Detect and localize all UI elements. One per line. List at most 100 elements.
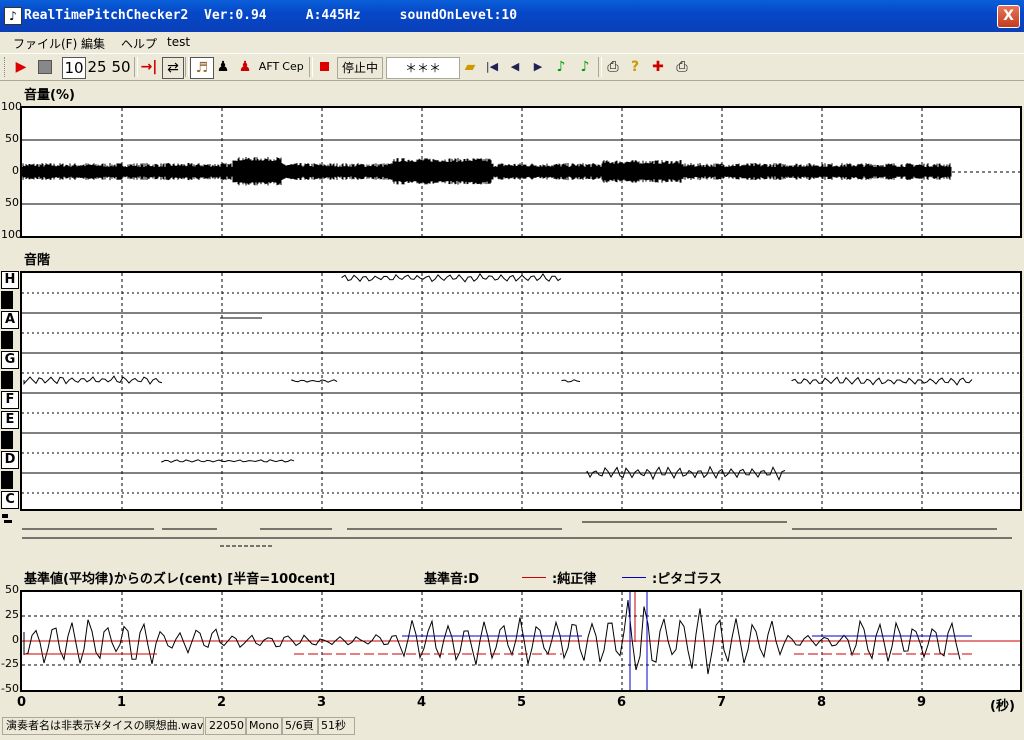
- note-key-g: G: [1, 351, 19, 369]
- print-alt-icon[interactable]: ⎙: [673, 57, 691, 77]
- app-icon[interactable]: ♪: [4, 7, 22, 25]
- black-key: [1, 291, 13, 309]
- menu-help[interactable]: ヘルプ: [121, 35, 157, 52]
- status-duration: 51秒: [317, 717, 355, 735]
- x-tick-label: 1: [117, 695, 127, 710]
- volume-y-tick: 50: [5, 132, 19, 145]
- toolbar: ▶ 10 25 50 →| ⇄ ♬ ♟ ♟ AFT Cep 停止中 ＊＊＊ ▰ …: [0, 53, 1024, 81]
- print-icon[interactable]: ⎙: [604, 57, 622, 77]
- crosshair-icon[interactable]: ✚: [650, 57, 666, 77]
- dev-y-tick: 0: [12, 633, 19, 646]
- violin-icon[interactable]: ♬: [190, 57, 214, 79]
- deviation-trace: [22, 592, 1020, 690]
- help-icon[interactable]: ?: [626, 57, 644, 77]
- pitch-segment-g: [791, 376, 973, 386]
- note-key-e: E: [1, 411, 19, 429]
- legend-just-label: :純正律: [552, 572, 597, 587]
- dev-y-tick: 50: [5, 583, 19, 596]
- note-green-alt-icon[interactable]: ♪: [577, 57, 593, 77]
- volume-title: 音量(%): [24, 88, 75, 103]
- note-key-d: D: [1, 451, 19, 469]
- pitch-segment-g: [23, 375, 163, 385]
- legend-pyth-label: :ピタゴラス: [652, 572, 722, 587]
- status-channels: Mono: [245, 717, 283, 735]
- toolbar-grip[interactable]: [4, 57, 9, 77]
- prev-page-icon[interactable]: ◀: [507, 57, 523, 77]
- black-key: [1, 431, 13, 449]
- volume-y-tick: 0: [12, 164, 19, 177]
- pitch-segment-g: [291, 379, 338, 383]
- roll-marker: [2, 514, 8, 518]
- volume-y-tick: 50: [5, 196, 19, 209]
- status-label: 停止中: [337, 57, 383, 79]
- black-key: [1, 371, 13, 389]
- roll-marker: [4, 520, 12, 523]
- base-note-label: 基準音:D: [424, 572, 479, 587]
- close-button[interactable]: X: [997, 5, 1020, 28]
- volume-y-tick: 100: [1, 100, 22, 113]
- x-tick-label: 9: [917, 695, 927, 710]
- speed-10-button[interactable]: 10: [62, 57, 86, 79]
- person-red-icon[interactable]: ♟: [236, 57, 254, 77]
- status-file: 演奏者名は非表示¥タイスの瞑想曲.wav: [2, 717, 204, 735]
- pitch-segment-h: [341, 273, 562, 283]
- scale-chart[interactable]: [20, 271, 1022, 511]
- x-unit-label: (秒): [990, 699, 1015, 714]
- menu-edit[interactable]: 編集: [81, 35, 105, 52]
- legend-pyth-swatch: [622, 577, 646, 578]
- legend-just-swatch: [522, 577, 546, 578]
- x-tick-label: 0: [17, 695, 27, 710]
- status-rate: 22050: [205, 717, 247, 735]
- note-key-f: F: [1, 391, 19, 409]
- aft-button[interactable]: AFT: [258, 57, 280, 77]
- menu-test[interactable]: test: [167, 35, 190, 49]
- dev-y-tick: -25: [1, 657, 19, 670]
- record-stop-icon[interactable]: [316, 57, 332, 77]
- volume-y-tick: 100: [1, 228, 22, 241]
- next-page-icon[interactable]: ▶: [530, 57, 546, 77]
- volume-waveform: [22, 108, 1020, 236]
- black-key: [1, 331, 13, 349]
- loop-icon[interactable]: ⇄: [162, 57, 184, 79]
- black-key: [1, 471, 13, 489]
- person-icon[interactable]: ♟: [214, 57, 232, 77]
- window-title: RealTimePitchChecker2 Ver:0.94 A:445Hz s…: [24, 8, 518, 23]
- deviation-trace-path: [23, 599, 961, 675]
- status-page: 5/6頁: [281, 717, 319, 735]
- toolbar-separator: [134, 57, 138, 77]
- pitch-trace: [22, 273, 1020, 509]
- x-tick-label: 5: [517, 695, 527, 710]
- speed-25-button[interactable]: 25: [86, 57, 108, 77]
- deviation-title: 基準値(平均律)からのズレ(cent) [半音=100cent]: [24, 572, 336, 587]
- menu-file[interactable]: ファイル(F): [13, 35, 77, 52]
- volume-waveform-path: [22, 157, 952, 186]
- note-key-a: A: [1, 311, 19, 329]
- x-tick-label: 7: [717, 695, 727, 710]
- note-green-icon[interactable]: ♪: [553, 57, 569, 77]
- dev-y-tick: 25: [5, 608, 19, 621]
- skip-end-icon[interactable]: →|: [139, 57, 159, 77]
- cep-button[interactable]: Cep: [282, 57, 304, 77]
- open-folder-icon[interactable]: ▰: [461, 57, 479, 77]
- deviation-chart[interactable]: [20, 590, 1022, 692]
- menu-bar: ファイル(F) 編集 ヘルプ test: [0, 32, 1024, 52]
- volume-chart[interactable]: [20, 106, 1022, 238]
- first-page-icon[interactable]: |◀: [484, 57, 500, 77]
- pitch-segment-d: [161, 459, 295, 463]
- note-key-h: H: [1, 271, 19, 289]
- title-bar: ♪ RealTimePitchChecker2 Ver:0.94 A:445Hz…: [0, 0, 1024, 32]
- scale-title: 音階: [24, 253, 51, 268]
- status-bar: 演奏者名は非表示¥タイスの瞑想曲.wav 22050 Mono 5/6頁 51秒: [0, 716, 1024, 736]
- toolbar-separator: [185, 57, 189, 77]
- speed-50-button[interactable]: 50: [110, 57, 132, 77]
- play-icon[interactable]: ▶: [11, 57, 31, 77]
- x-tick-label: 8: [817, 695, 827, 710]
- note-readout: ＊＊＊: [386, 57, 460, 79]
- stop-icon[interactable]: [34, 57, 56, 77]
- x-tick-label: 3: [317, 695, 327, 710]
- note-roll-strip: [2, 514, 1012, 547]
- note-key-c: C: [1, 491, 19, 509]
- dev-y-tick: -50: [1, 682, 19, 695]
- x-tick-label: 4: [417, 695, 427, 710]
- x-tick-label: 6: [617, 695, 627, 710]
